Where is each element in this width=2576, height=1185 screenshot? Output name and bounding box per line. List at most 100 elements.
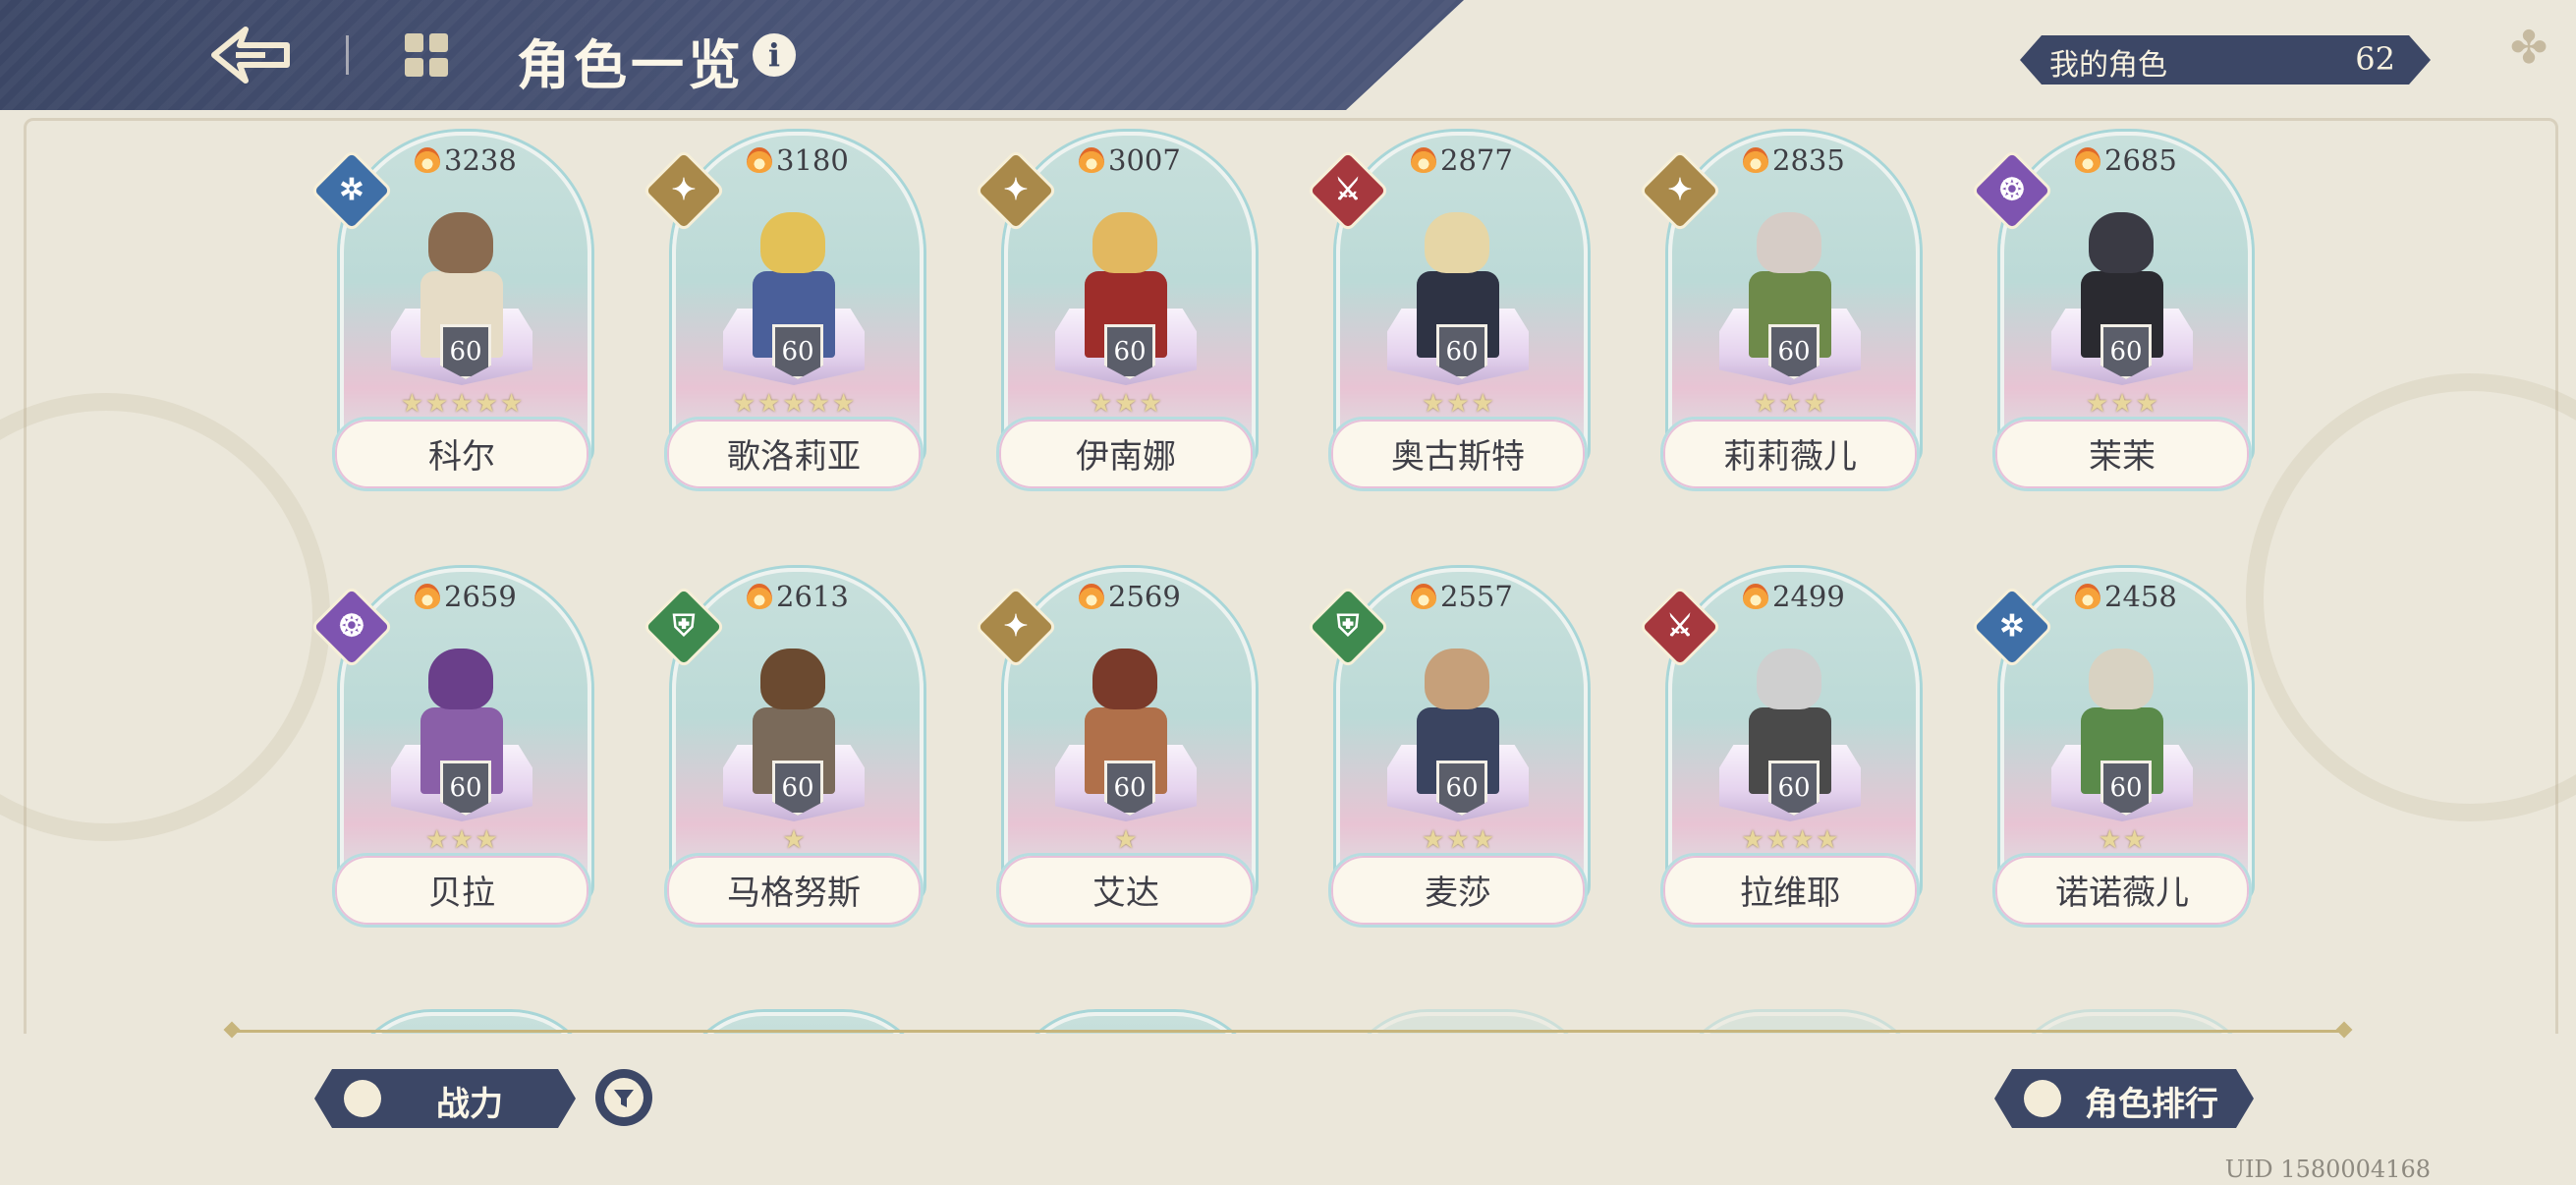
character-name: 茉茉 <box>2089 437 2156 477</box>
character-name: 莉莉薇儿 <box>1723 437 1857 477</box>
character-name: 伊南娜 <box>1076 437 1176 477</box>
sprite-head <box>1092 649 1157 709</box>
character-card[interactable]: 2659 ❂ 60 ★★★ 贝拉 <box>309 568 593 941</box>
power-number: 2499 <box>1772 580 1845 613</box>
flame-icon <box>415 147 440 173</box>
power-value: 2569 <box>1079 580 1181 613</box>
character-card[interactable]: 2499 ⚔ 60 ★★★★ 拉维耶 <box>1638 568 1922 941</box>
star-rating: ★★★★★ <box>732 389 858 419</box>
power-number: 2877 <box>1440 143 1513 177</box>
flame-icon <box>1743 584 1768 609</box>
flame-icon <box>1743 147 1768 173</box>
flame-icon <box>1411 584 1436 609</box>
bar-chart-icon <box>344 1080 381 1117</box>
power-number: 2659 <box>444 580 517 613</box>
character-name: 拉维耶 <box>1740 874 1840 913</box>
divider-line <box>232 1030 2344 1033</box>
character-name: 贝拉 <box>428 874 495 913</box>
character-ranking-button[interactable]: 角色排行 <box>1994 1069 2254 1128</box>
character-card[interactable]: 2613 ⛨ 60 ★ 马格努斯 <box>642 568 925 941</box>
power-value: 2557 <box>1411 580 1513 613</box>
background-ornament-right <box>2246 373 2576 821</box>
flame-icon <box>747 584 772 609</box>
character-name: 麦莎 <box>1425 874 1491 913</box>
my-characters-badge: 我的角色 62 <box>2020 35 2431 85</box>
star-rating: ★★★★ <box>1741 825 1841 855</box>
power-value: 2659 <box>415 580 517 613</box>
star-rating: ★ <box>1114 825 1140 855</box>
header-separator <box>346 35 349 75</box>
power-number: 2835 <box>1772 143 1845 177</box>
flame-icon <box>1411 147 1436 173</box>
character-name: 马格努斯 <box>727 874 861 913</box>
filter-icon <box>604 1078 644 1117</box>
flame-icon <box>1079 584 1104 609</box>
power-value: 2458 <box>2075 580 2177 613</box>
filter-button[interactable] <box>595 1069 652 1126</box>
star-rating: ★★★★★ <box>400 389 526 419</box>
flame-icon <box>415 584 440 609</box>
flame-icon <box>2075 147 2100 173</box>
power-value: 2835 <box>1743 143 1845 177</box>
flame-icon <box>747 147 772 173</box>
power-value: 2499 <box>1743 580 1845 613</box>
star-rating: ★★★ <box>1422 389 1496 419</box>
power-value: 2613 <box>747 580 849 613</box>
info-icon[interactable]: i <box>753 33 796 77</box>
corner-ornament-icon: ✤ <box>2509 21 2548 74</box>
my-characters-label: 我的角色 <box>2049 48 2167 83</box>
character-card[interactable]: 2569 ✦ 60 ★ 艾达 <box>974 568 1258 941</box>
star-rating: ★★★ <box>1422 825 1496 855</box>
power-number: 2685 <box>2104 143 2177 177</box>
power-value: 3238 <box>415 143 517 177</box>
character-card[interactable]: 2458 ✲ 60 ★★ 诺诺薇儿 <box>1970 568 2254 941</box>
character-card[interactable]: 3238 ✲ 60 ★★★★★ 科尔 <box>309 132 593 505</box>
power-value: 2877 <box>1411 143 1513 177</box>
sprite-head <box>1757 649 1821 709</box>
background-ornament-left <box>0 393 330 841</box>
character-card[interactable]: 2685 ❂ 60 ★★★ 茉茉 <box>1970 132 2254 505</box>
sprite-head <box>2089 212 2154 273</box>
character-card[interactable]: 3007 ✦ 60 ★★★ 伊南娜 <box>974 132 1258 505</box>
sprite-head <box>760 212 825 273</box>
power-number: 2458 <box>2104 580 2177 613</box>
character-name: 奥古斯特 <box>1391 437 1525 477</box>
sprite-head <box>1425 649 1489 709</box>
ranking-label: 角色排行 <box>2085 1085 2218 1124</box>
ranking-icon <box>2024 1080 2061 1117</box>
character-card[interactable]: 2835 ✦ 60 ★★★ 莉莉薇儿 <box>1638 132 1922 505</box>
character-name: 歌洛莉亚 <box>727 437 861 477</box>
sprite-head <box>1425 212 1489 273</box>
character-name: 诺诺薇儿 <box>2055 874 2189 913</box>
sprite-head <box>2089 649 2154 709</box>
sprite-head <box>1757 212 1821 273</box>
flame-icon <box>2075 584 2100 609</box>
sort-label: 战力 <box>436 1085 503 1124</box>
back-arrow-icon <box>211 27 290 84</box>
back-button[interactable] <box>206 22 295 88</box>
star-rating: ★★★ <box>1090 389 1164 419</box>
power-value: 3007 <box>1079 143 1181 177</box>
character-card[interactable]: 3180 ✦ 60 ★★★★★ 歌洛莉亚 <box>642 132 925 505</box>
character-name: 艾达 <box>1092 874 1159 913</box>
my-characters-count: 62 <box>2355 40 2395 78</box>
power-number: 3238 <box>444 143 517 177</box>
character-name: 科尔 <box>428 437 495 477</box>
character-card[interactable]: 2557 ⛨ 60 ★★★ 麦莎 <box>1306 568 1590 941</box>
power-number: 2613 <box>776 580 849 613</box>
sprite-head <box>760 649 825 709</box>
power-number: 2557 <box>1440 580 1513 613</box>
star-rating: ★★★ <box>425 825 500 855</box>
power-value: 2685 <box>2075 143 2177 177</box>
power-number: 2569 <box>1108 580 1181 613</box>
power-number: 3180 <box>776 143 849 177</box>
menu-grid-icon[interactable] <box>403 31 450 79</box>
character-card[interactable]: 2877 ⚔ 60 ★★★ 奥古斯特 <box>1306 132 1590 505</box>
star-rating: ★★★ <box>2086 389 2160 419</box>
flame-icon <box>1079 147 1104 173</box>
star-rating: ★★★ <box>1754 389 1828 419</box>
page-title: 角色一览 <box>517 33 745 96</box>
sprite-head <box>428 212 493 273</box>
sort-by-power-button[interactable]: 战力 <box>314 1069 576 1128</box>
sprite-head <box>1092 212 1157 273</box>
